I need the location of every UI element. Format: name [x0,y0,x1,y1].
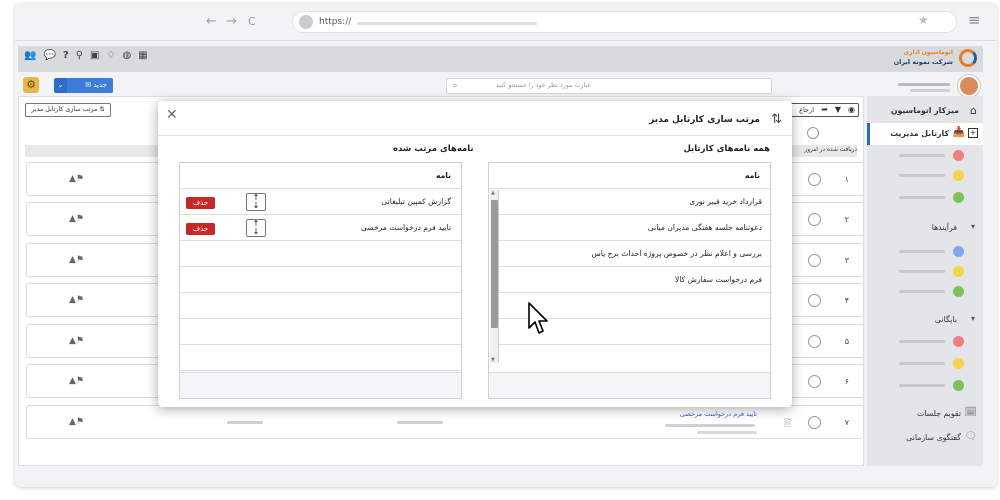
received-today-filter[interactable]: دریافت شده در امروز [804,147,857,153]
status-dot [953,170,964,181]
filter-icon[interactable]: ▼ [835,105,841,114]
return-label[interactable]: ارجاع [799,106,814,114]
status-dot [953,358,964,369]
reorder-arrows-icon[interactable]: ↑ ↓ [246,193,266,211]
home-icon: ⌂ [970,104,977,117]
status-dot [953,192,964,203]
flag-icon[interactable]: ▲⚑ [69,174,84,184]
all-letters-title: همه نامه‌های کارتابل [683,144,770,154]
row-checkbox[interactable] [808,375,821,388]
sort-cartable-tab[interactable]: مرتب سازی کارتابل مدیر ⇅ [25,103,111,117]
flag-icon[interactable]: ▲⚑ [69,417,84,427]
flag-icon[interactable]: ▲⚑ [69,255,84,265]
status-dot [953,266,964,277]
forward-arrow-icon[interactable]: ➦ [821,105,828,114]
bell-icon[interactable]: ♢ [107,50,116,61]
sort-cartable-modal: ✕ مرتب سازی کارتابل مدیر ⇅ نامه‌های مرتب… [158,101,792,407]
back-icon[interactable]: ← [206,14,217,29]
all-letters-list: نامه قرارداد خرید فیبر نوری دعوتنامه جلس… [488,162,772,399]
select-all-checkbox[interactable] [807,127,819,139]
browser-toolbar: ← → C https:// ★ ≡ [15,3,997,41]
sidebar: ⌂ میزکار اتوماسیون + 📥 کارتابل مدیریت فر… [867,96,983,466]
sidebar-item-archive[interactable]: بایگانی ▾ [867,312,983,328]
reorder-arrows-icon[interactable]: ↑ ↓ [246,219,266,237]
star-icon[interactable]: ★ [918,13,929,27]
avatar[interactable] [958,75,980,97]
row-checkbox[interactable] [808,416,821,429]
modal-title: مرتب سازی کارتابل مدیر [649,115,760,125]
eye-icon[interactable]: ◉ [848,105,855,114]
delete-button[interactable]: حذف [186,223,215,235]
row-checkbox[interactable] [808,213,821,226]
list-item[interactable]: گزارش کمپین تبلیغاتی ↑ ↓ حذف [180,189,461,215]
expand-icon[interactable]: + [968,128,978,138]
status-dot [953,150,964,161]
pin-icon[interactable]: ⚲ [76,50,83,61]
sidebar-item-calendar[interactable]: 🗓 تقویم جلسات [867,406,983,422]
list-item[interactable]: قرارداد خرید فیبر نوری [499,189,772,215]
list-item[interactable]: بررسی و اعلام نظر در خصوص پروژه احداث بر… [499,241,772,267]
list-header: نامه [489,163,770,189]
forward-icon[interactable]: → [226,14,237,29]
calendar-icon: 🗓 [964,407,977,418]
scroll-up-icon[interactable]: ▲ [491,190,495,196]
logo: اتوماسیون اداری شرکت نمونه ایران [894,47,983,71]
status-dot [953,336,964,347]
menu-icon[interactable]: ≡ [968,11,981,29]
sidebar-item-desk[interactable]: ⌂ میزکار اتوماسیون [867,102,983,120]
delete-button[interactable]: حذف [186,197,215,209]
image-icon[interactable]: ▣ [90,50,99,61]
settings-gear-icon[interactable]: ⚙ [23,77,39,93]
list-item[interactable]: فرم درخواست سفارش کالا [499,267,772,293]
close-icon[interactable]: ✕ [166,107,178,123]
search-icon: ⌕ [453,81,458,90]
list-item[interactable]: دعوتنامه جلسه هفتگی مدیران میانی [499,215,772,241]
list-scrollbar[interactable]: ▲ ▼ [490,190,499,363]
flag-icon[interactable]: ▲⚑ [69,336,84,346]
new-dropdown-chevron-icon[interactable]: ⌄ [54,78,67,93]
flag-icon[interactable]: ▲⚑ [69,295,84,305]
table-row[interactable]: ۷ ▲⚑ 🗎 تایید فرم درخواست مرخصی [26,405,864,439]
sorted-letters-list: نامه گزارش کمپین تبلیغاتی ↑ ↓ حذف تایید ف… [179,162,462,399]
flag-icon[interactable]: ▲⚑ [69,376,84,386]
list-header: نامه [180,163,461,189]
chat-bubble-icon: 🗨 [964,431,977,442]
mouse-cursor-icon [528,302,548,334]
document-icon: 🗎 [783,419,791,429]
row-checkbox[interactable] [808,173,821,186]
status-dot [953,246,964,257]
reload-icon[interactable]: C [248,15,256,28]
caret-down-icon: ▾ [970,314,975,323]
action-toolbar: ◉ ▼ ➦ ارجاع [789,103,859,117]
row-checkbox[interactable] [808,254,821,267]
sorted-letters-title: نامه‌های مرتب شده [393,144,474,154]
status-dot [953,286,964,297]
chat-icon[interactable]: 💬 [43,50,55,61]
toolbar-icons: 👥 💬 ? ⚲ ▣ ♢ ◍ ▦ [24,50,148,61]
caret-down-icon: ▾ [970,222,975,231]
app-topbar [18,46,983,72]
letter-title-link[interactable]: تایید فرم درخواست مرخصی [680,410,757,418]
sort-icon: ⇅ [771,112,782,127]
inbox-icon: 📥 [952,127,965,138]
url-text: https:// [319,17,352,27]
help-icon[interactable]: ? [63,50,69,61]
scroll-down-icon[interactable]: ▼ [491,357,495,363]
sidebar-item-processes[interactable]: فرآیندها ▾ [867,220,983,236]
row-checkbox[interactable] [808,294,821,307]
site-icon [299,15,313,29]
row-checkbox[interactable] [808,335,821,348]
logo-icon [959,49,977,67]
list-item[interactable]: تایید فرم درخواست مرخصی ↑ ↓ حذف [180,215,461,241]
status-dot [953,380,964,391]
scrollbar-thumb[interactable] [491,200,498,328]
sidebar-item-cartable[interactable]: + 📥 کارتابل مدیریت [867,123,983,145]
globe-icon[interactable]: ◍ [122,50,131,61]
address-bar[interactable]: https:// [292,11,957,33]
sidebar-item-chat[interactable]: 🗨 گفتگوی سازمانی [867,430,983,446]
users-icon[interactable]: 👥 [24,50,36,61]
flag-icon[interactable]: ▲⚑ [69,214,84,224]
search-input[interactable]: ⌕ عبارت مورد نظر خود را جستجو کنید [446,78,772,94]
grid-icon[interactable]: ▦ [138,50,147,61]
